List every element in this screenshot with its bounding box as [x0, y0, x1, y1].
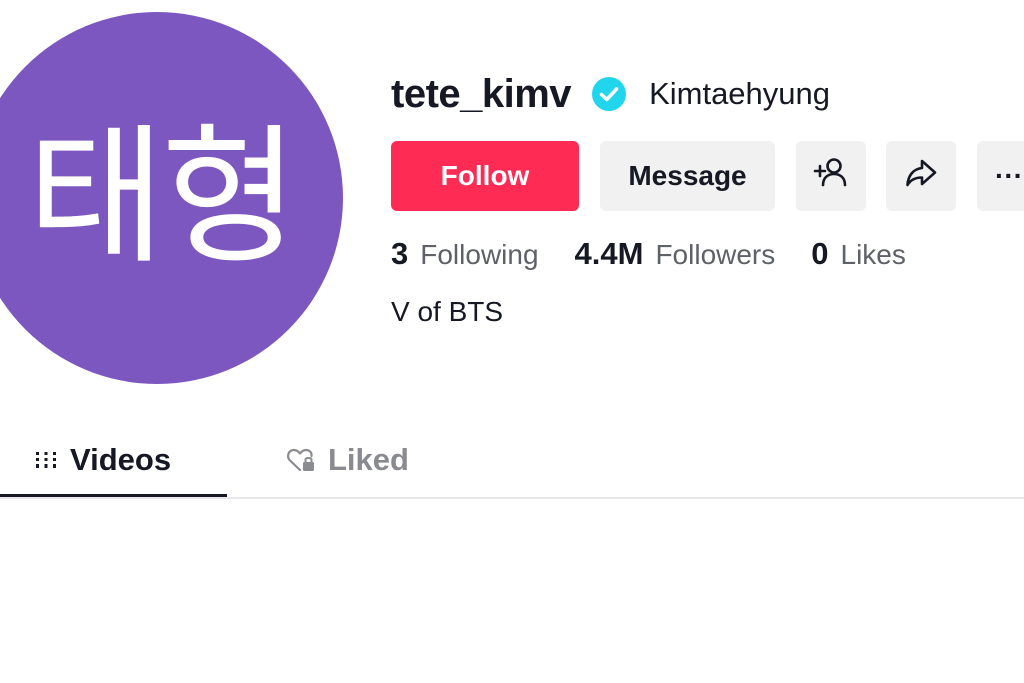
heart-lock-icon — [286, 446, 316, 474]
username: tete_kimv — [391, 71, 572, 116]
follow-button[interactable]: Follow — [391, 141, 579, 211]
tab-liked[interactable]: Liked — [286, 425, 409, 495]
profile-bio: V of BTS — [391, 296, 504, 327]
avatar[interactable]: 태형 — [0, 12, 343, 384]
profile-title-row: tete_kimv Kimtaehyung — [391, 70, 830, 118]
tab-videos-label: Videos — [70, 442, 172, 477]
share-button[interactable] — [886, 141, 956, 211]
add-user-icon — [812, 154, 850, 199]
nickname: Kimtaehyung — [649, 76, 831, 111]
grid-lines-icon — [34, 448, 58, 472]
more-dots-icon: ··· — [995, 160, 1023, 191]
likes-label: Likes — [840, 239, 906, 270]
avatar-text: 태형 — [26, 111, 299, 285]
profile-tabs: Videos Liked — [0, 425, 1024, 499]
following-label: Following — [420, 239, 539, 270]
tab-liked-label: Liked — [328, 442, 409, 477]
message-button[interactable]: Message — [600, 141, 775, 211]
verified-badge-icon — [591, 76, 627, 112]
share-icon — [903, 155, 939, 198]
followers-label: Followers — [655, 239, 776, 270]
followers-count: 4.4M — [574, 236, 644, 271]
profile-stats: 3 Following 4.4M Followers 0 Likes — [391, 232, 942, 276]
followers-stat[interactable]: 4.4M Followers — [575, 236, 776, 272]
tab-videos[interactable]: Videos — [0, 425, 227, 497]
add-friend-button[interactable] — [796, 141, 866, 211]
following-stat[interactable]: 3 Following — [391, 236, 539, 272]
likes-stat: 0 Likes — [811, 236, 906, 272]
more-button[interactable]: ··· — [977, 141, 1024, 211]
active-tab-indicator — [0, 494, 227, 497]
likes-count: 0 — [811, 236, 829, 271]
profile-page: 태형 tete_kimv Kimtaehyung Follow Message — [0, 0, 1024, 683]
following-count: 3 — [391, 236, 409, 271]
